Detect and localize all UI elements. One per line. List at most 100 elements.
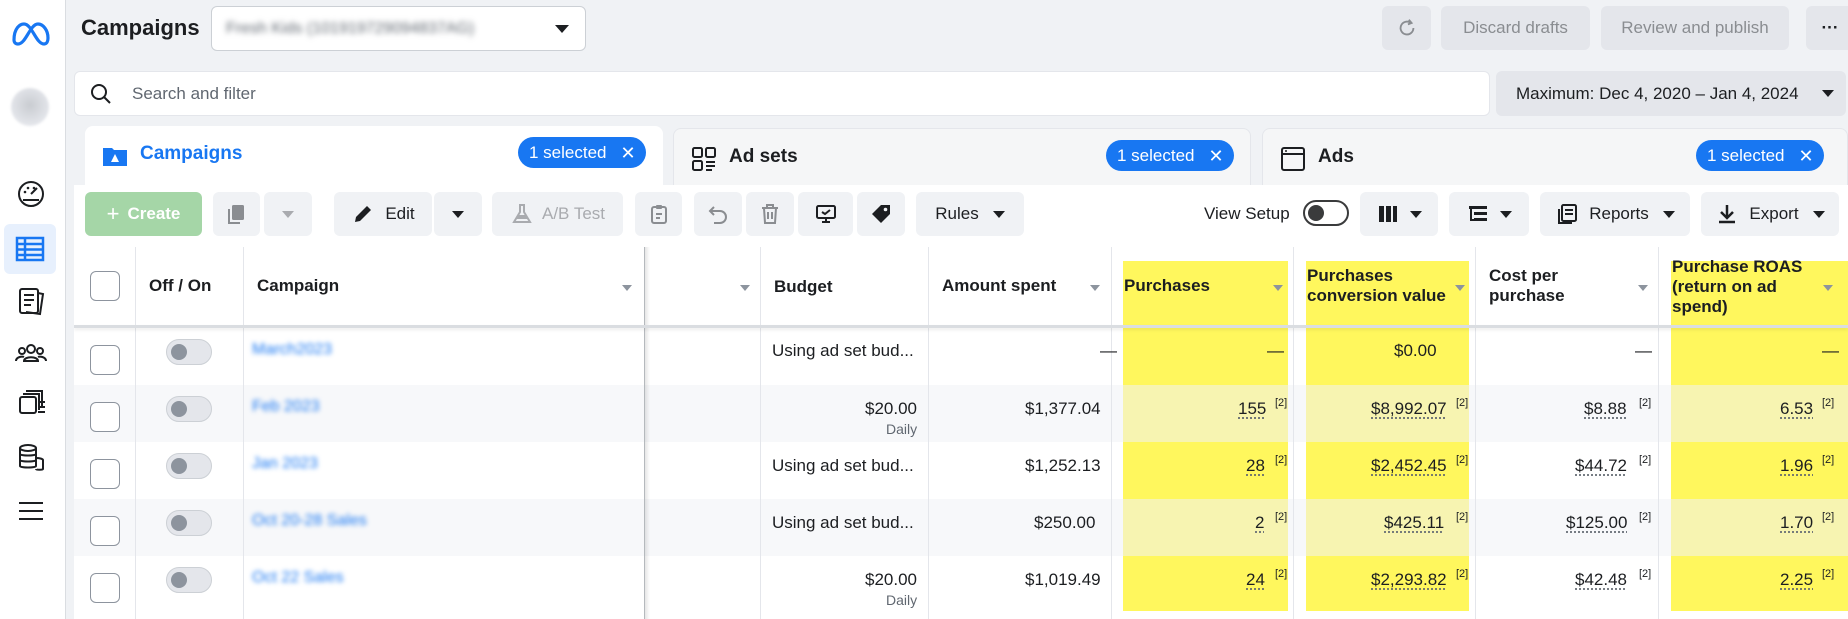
purchases-cell[interactable]: 24 xyxy=(1246,570,1265,590)
dashboard-icon[interactable] xyxy=(0,168,62,218)
refresh-button[interactable] xyxy=(1382,6,1431,50)
campaign-toggle[interactable] xyxy=(166,339,212,365)
column-divider xyxy=(135,247,136,619)
rules-button[interactable]: Rules xyxy=(916,192,1024,236)
duplicate-button[interactable] xyxy=(213,192,260,236)
close-icon[interactable]: ✕ xyxy=(1209,147,1224,165)
purchases-cell: — xyxy=(1267,341,1284,360)
account-selector[interactable]: Fresh Kids (101919729094837AG) xyxy=(211,6,586,51)
tag-button[interactable] xyxy=(857,192,905,236)
roas-cell[interactable]: 6.53 xyxy=(1780,399,1813,419)
conversion-value-cell[interactable]: $2,293.82 xyxy=(1371,570,1447,590)
selected-pill[interactable]: 1 selected ✕ xyxy=(518,137,646,168)
undo-button[interactable] xyxy=(694,192,742,236)
campaign-name[interactable]: March2023 xyxy=(252,341,332,359)
roas-cell[interactable]: 1.96 xyxy=(1780,456,1813,476)
pencil-icon xyxy=(355,206,372,222)
row-checkbox[interactable] xyxy=(90,402,120,432)
selected-pill[interactable]: 1 selected ✕ xyxy=(1696,140,1824,171)
sort-icon[interactable] xyxy=(1090,285,1100,291)
cost-per-purchase-cell[interactable]: $8.88 xyxy=(1584,399,1627,419)
ab-test-button[interactable]: A/B Test xyxy=(492,192,623,236)
select-all-checkbox[interactable] xyxy=(90,271,120,301)
row-checkbox[interactable] xyxy=(90,573,120,603)
reports-button[interactable]: Reports xyxy=(1540,192,1690,236)
roas-cell[interactable]: 1.70 xyxy=(1780,513,1813,533)
column-header-off-on[interactable]: Off / On xyxy=(149,276,211,296)
conversion-value-cell[interactable]: $425.11 xyxy=(1384,513,1444,533)
discard-drafts-button[interactable]: Discard drafts xyxy=(1441,6,1590,50)
column-header-cost-per-purchase[interactable]: Cost per purchase xyxy=(1489,266,1565,306)
sort-icon[interactable] xyxy=(1273,285,1283,291)
menu-icon[interactable] xyxy=(0,486,62,536)
footnote: [2] xyxy=(1275,568,1288,580)
meta-logo-icon[interactable] xyxy=(10,16,50,52)
table-row[interactable] xyxy=(74,328,1848,385)
campaign-toggle[interactable] xyxy=(166,396,212,422)
campaign-name[interactable]: Feb 2023 xyxy=(252,398,320,416)
column-header-budget[interactable]: Budget xyxy=(774,277,833,297)
sort-icon[interactable] xyxy=(740,285,750,291)
campaign-name[interactable]: Oct 22 Sales xyxy=(252,569,344,587)
row-checkbox[interactable] xyxy=(90,459,120,489)
catalog-icon[interactable] xyxy=(0,276,62,326)
cost-per-purchase-cell[interactable]: $44.72 xyxy=(1575,456,1627,476)
tab-ads[interactable]: Ads 1 selected ✕ xyxy=(1262,128,1848,185)
edit-button[interactable]: Edit xyxy=(334,192,432,236)
search-bar[interactable]: Search and filter xyxy=(74,71,1490,116)
close-icon[interactable]: ✕ xyxy=(621,144,636,162)
more-button[interactable]: ··· xyxy=(1806,6,1848,50)
campaigns-table-icon[interactable] xyxy=(4,224,56,274)
create-button[interactable]: + Create xyxy=(85,192,202,236)
sort-icon[interactable] xyxy=(1455,285,1465,291)
campaign-toggle[interactable] xyxy=(166,567,212,593)
column-header-campaign[interactable]: Campaign xyxy=(257,276,339,296)
purchases-cell[interactable]: 28 xyxy=(1246,456,1265,476)
header-line: conversion value xyxy=(1307,286,1446,305)
sort-icon[interactable] xyxy=(1638,285,1648,291)
column-header-conversion-value[interactable]: Purchases conversion value xyxy=(1307,266,1446,306)
campaign-name[interactable]: Jan 2023 xyxy=(252,455,318,473)
clipboard-button[interactable] xyxy=(635,192,682,236)
conversion-value-cell[interactable]: $2,452.45 xyxy=(1371,456,1447,476)
account-name: Fresh Kids (101919729094837AG) xyxy=(226,20,475,37)
date-range-picker[interactable]: Maximum: Dec 4, 2020 – Jan 4, 2024 xyxy=(1496,71,1846,116)
reports-icon xyxy=(1558,204,1578,224)
cost-per-purchase-cell[interactable]: $125.00 xyxy=(1566,513,1627,533)
table-row[interactable] xyxy=(74,385,1848,442)
row-checkbox[interactable] xyxy=(90,345,120,375)
sort-icon[interactable] xyxy=(622,285,632,291)
cost-per-purchase-cell[interactable]: $42.48 xyxy=(1575,570,1627,590)
columns-icon xyxy=(1379,206,1397,222)
delete-button[interactable] xyxy=(746,192,794,236)
avatar[interactable] xyxy=(11,88,49,126)
row-checkbox[interactable] xyxy=(90,516,120,546)
campaign-name[interactable]: Oct 20-28 Sales xyxy=(252,512,367,530)
preview-button[interactable] xyxy=(798,192,853,236)
column-header-amount-spent[interactable]: Amount spent xyxy=(942,276,1056,296)
sort-icon[interactable] xyxy=(1823,285,1833,291)
roas-cell[interactable]: 2.25 xyxy=(1780,570,1813,590)
purchases-cell[interactable]: 2 xyxy=(1255,513,1264,533)
media-library-icon[interactable] xyxy=(0,380,62,430)
audiences-icon[interactable] xyxy=(0,328,62,378)
tab-ad-sets[interactable]: Ad sets 1 selected ✕ xyxy=(673,128,1251,185)
campaign-toggle[interactable] xyxy=(166,453,212,479)
export-label: Export xyxy=(1749,204,1799,223)
view-setup-toggle[interactable] xyxy=(1303,200,1349,231)
column-header-purchases[interactable]: Purchases xyxy=(1124,276,1210,296)
breakdown-button[interactable] xyxy=(1449,192,1529,236)
campaign-toggle[interactable] xyxy=(166,510,212,536)
review-publish-button[interactable]: Review and publish xyxy=(1601,6,1789,50)
conversion-value-cell[interactable]: $8,992.07 xyxy=(1371,399,1447,419)
column-header-roas[interactable]: Purchase ROAS (return on ad spend) xyxy=(1672,257,1802,317)
export-button[interactable]: Export xyxy=(1701,192,1839,236)
close-icon[interactable]: ✕ xyxy=(1799,147,1814,165)
edit-dropdown[interactable] xyxy=(434,192,482,236)
columns-button[interactable] xyxy=(1360,192,1438,236)
tab-campaigns[interactable]: Campaigns 1 selected ✕ xyxy=(85,126,663,185)
billing-icon[interactable] xyxy=(0,432,62,482)
selected-pill[interactable]: 1 selected ✕ xyxy=(1106,140,1234,171)
purchases-cell[interactable]: 155 xyxy=(1238,399,1266,419)
duplicate-dropdown[interactable] xyxy=(264,192,312,236)
